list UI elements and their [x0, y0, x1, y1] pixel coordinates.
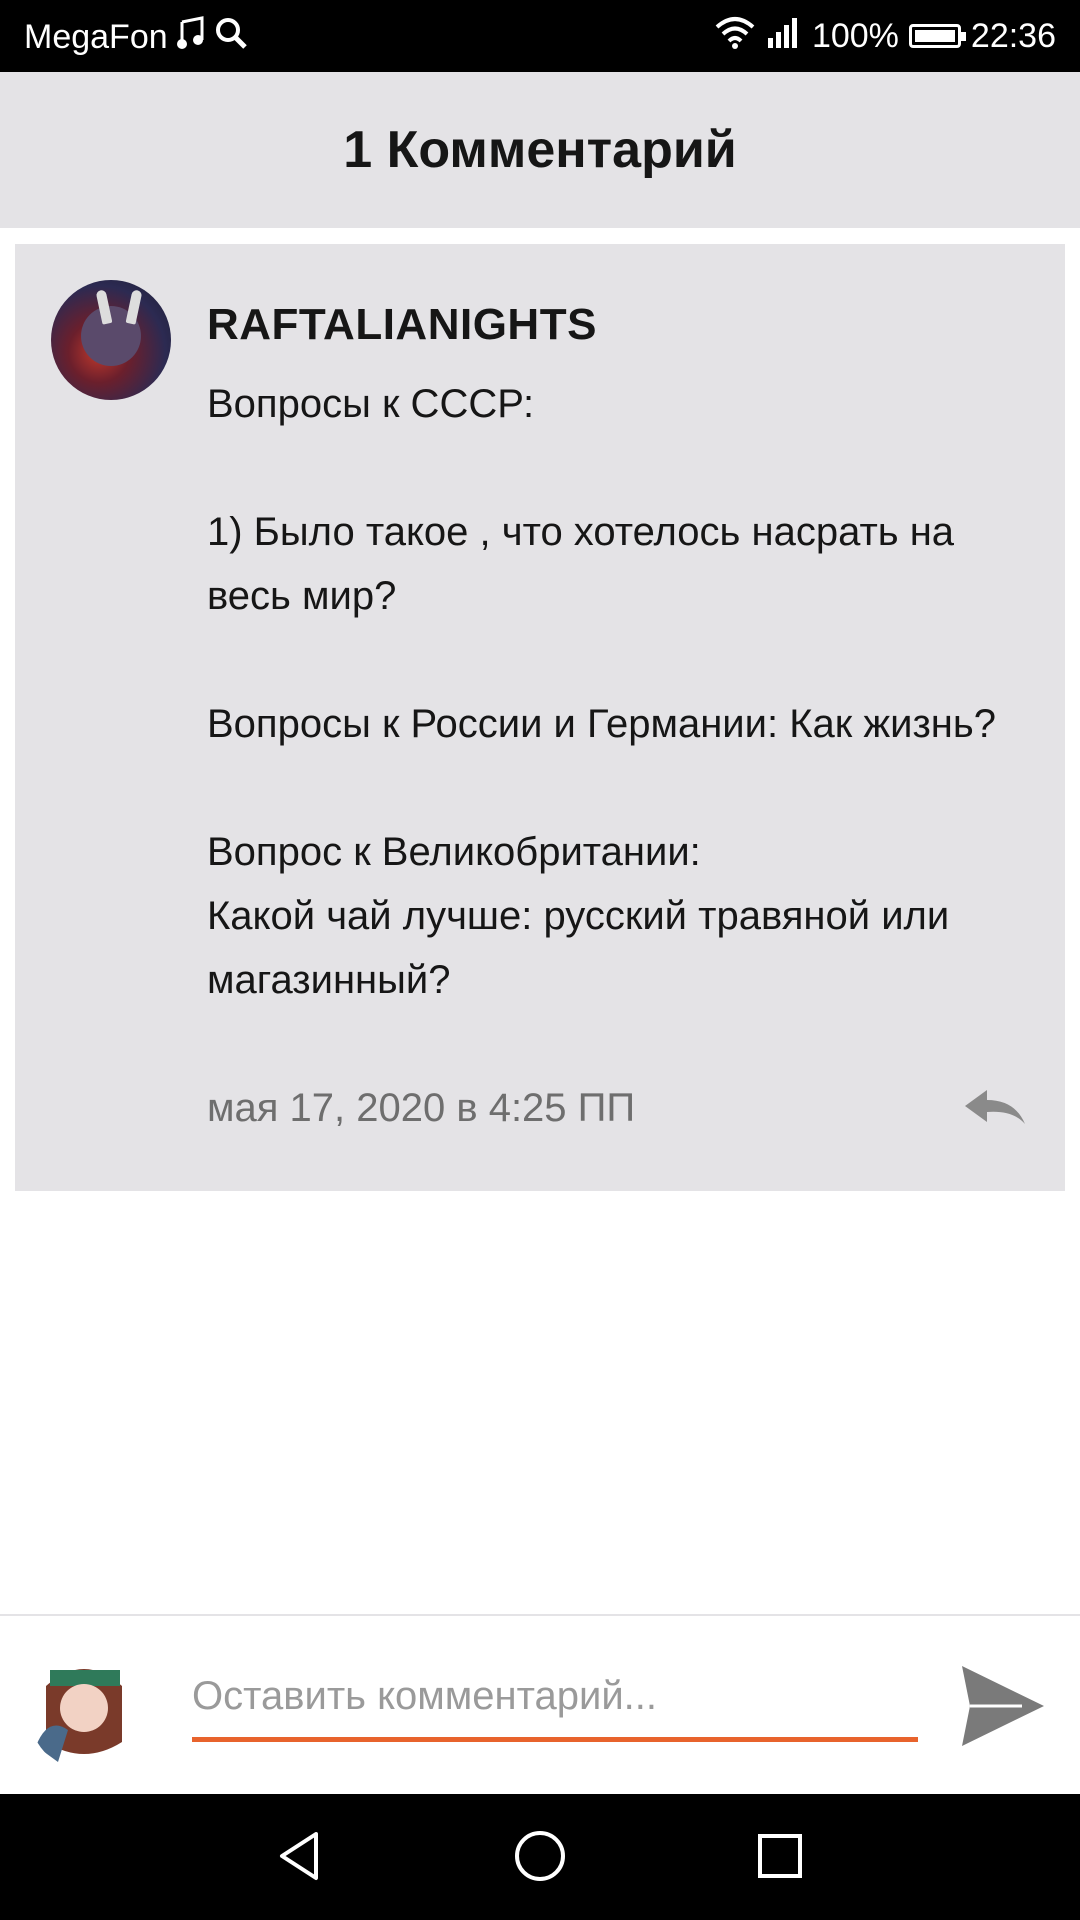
battery-percent: 100% — [811, 16, 899, 55]
comment-line: Вопрос к Великобритании: — [207, 830, 701, 874]
battery-icon — [908, 24, 966, 48]
status-bar: MegaFon 100% 22:36 — [0, 0, 1080, 72]
page-title: 1 Комментарий — [343, 121, 737, 179]
signal-icon — [766, 16, 802, 57]
commenter-username[interactable]: RAFTALIANIGHTS — [207, 300, 597, 350]
system-nav-bar — [0, 1794, 1080, 1920]
home-circle-icon — [515, 1831, 565, 1881]
music-note-icon — [176, 16, 206, 59]
comment-line: Вопросы к СССР: — [207, 382, 535, 426]
comment-text: Вопросы к СССР: 1) Было такое , что хоте… — [207, 372, 1037, 1012]
comment-input-bar — [0, 1614, 1080, 1796]
comment-timestamp: мая 17, 2020 в 4:25 ПП — [207, 1086, 636, 1130]
comment-input[interactable] — [192, 1656, 918, 1742]
recents-button[interactable] — [750, 1826, 810, 1886]
user-avatar[interactable] — [28, 1646, 140, 1770]
back-button[interactable] — [270, 1826, 330, 1886]
commenter-avatar[interactable] — [51, 280, 171, 400]
back-triangle-icon — [280, 1832, 318, 1880]
recents-square-icon — [758, 1834, 802, 1878]
reply-icon[interactable] — [961, 1084, 1029, 1134]
wifi-icon — [714, 15, 756, 58]
clock: 22:36 — [970, 16, 1056, 55]
comment-line: 1) Было такое , что хотелось насрать на … — [207, 510, 955, 618]
status-indicators: 100% 22:36 — [714, 14, 1056, 58]
send-icon — [962, 1666, 1044, 1746]
search-icon — [214, 16, 248, 59]
comment-line: Вопросы к России и Германии: Как жизнь? — [207, 702, 996, 746]
carrier-name: MegaFon — [24, 18, 168, 56]
comments-header: 1 Комментарий — [0, 72, 1080, 228]
comment-line: Какой чай лучше: русский травяной или ма… — [207, 894, 950, 1002]
comment-card: RAFTALIANIGHTS Вопросы к СССР: 1) Было т… — [15, 244, 1065, 1191]
carrier-group: MegaFon — [24, 16, 248, 59]
send-button[interactable] — [960, 1664, 1046, 1748]
home-button[interactable] — [510, 1826, 570, 1886]
